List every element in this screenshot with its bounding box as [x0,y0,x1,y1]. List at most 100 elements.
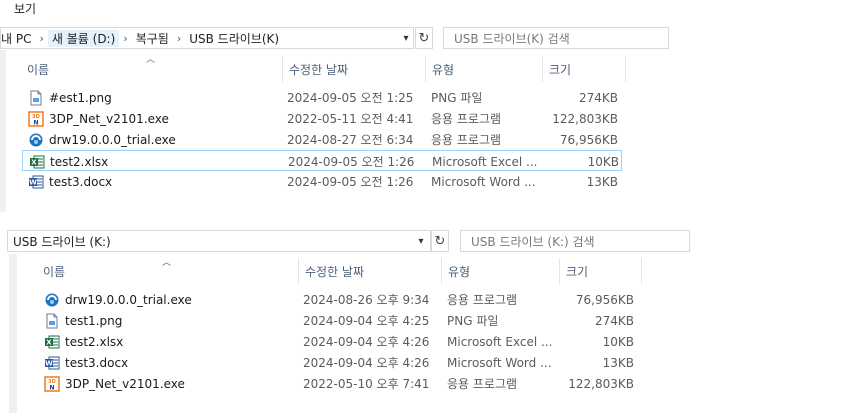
file-type: 응용 프로그램 [447,293,518,307]
file-row-drw19-0-0-0-trial-exe[interactable]: drw19.0.0.0_trial.exe 2024-08-27 오전 6:34 응… [22,129,622,150]
file-name-cell[interactable]: drw19.0.0.0_trial.exe [44,289,192,310]
excel-file-icon: X [29,154,45,170]
file-type: Microsoft Word ... [447,355,552,370]
file-size: 122,803KB [568,376,634,391]
file-name: #est1.png [49,90,112,105]
file-size: 10KB [602,334,634,349]
svg-text:W: W [29,178,37,186]
file-name: test1.png [65,313,123,328]
file-row-test2-xlsx[interactable]: Xtest2.xlsx 2024-09-05 오전 1:26 Microsoft E… [22,150,622,171]
file-date: 2022-05-11 오전 4:41 [287,112,414,126]
word-file-icon: W [44,355,60,371]
file-size: 13KB [602,355,634,370]
address-dropdown-icon[interactable]: ▾ [398,27,414,49]
file-date: 2024-09-05 오전 1:26 [287,175,414,189]
file-date: 2024-08-26 오후 9:34 [303,293,430,307]
column-header-size[interactable]: 크기 [543,56,626,82]
file-date: 2022-05-10 오후 7:41 [303,377,430,391]
svg-text:N: N [49,384,54,391]
drw-app-icon [44,292,60,308]
refresh-icon[interactable]: ↻ [431,230,449,252]
file-size: 274KB [578,90,618,105]
file-size: 13KB [586,174,618,189]
file-type: Microsoft Excel ... [447,334,553,349]
file-row-test2-xlsx[interactable]: Xtest2.xlsx 2024-09-04 오후 4:26 Microsoft E… [38,331,638,352]
file-date: 2024-09-05 오전 1:25 [287,91,414,105]
menu-view[interactable]: 보기 [14,0,36,17]
file-type: PNG 파일 [447,314,499,328]
search-input[interactable]: USB 드라이브 (K:) 검색 [460,230,690,252]
file-row-drw19-0-0-0-trial-exe[interactable]: drw19.0.0.0_trial.exe 2024-08-26 오후 9:34 응… [38,289,638,310]
file-size: 76,956KB [559,132,618,147]
breadcrumb-usb-drive[interactable]: USB 드라이브 (K:) [13,233,111,250]
file-name-cell[interactable]: Wtest3.docx [44,352,128,373]
svg-text:X: X [31,158,37,166]
file-row-3dp-net-v2101-exe[interactable]: 3D N 3DP_Net_v2101.exe 2022-05-10 오후 7:41 응용… [38,373,638,394]
file-row-test3-docx[interactable]: Wtest3.docx 2024-09-04 오후 4:26 Microsoft W… [38,352,638,373]
breadcrumb-my-pc[interactable]: 내 PC [1,30,35,47]
file-name: drw19.0.0.0_trial.exe [65,292,192,307]
file-row-test1-png[interactable]: test1.png 2024-09-04 오후 4:25 PNG 파일 274KB [38,310,638,331]
navigation-pane-edge [0,50,6,212]
column-header-type[interactable]: 유형 [442,258,560,284]
column-header-size[interactable]: 크기 [560,258,642,284]
column-header-type[interactable]: 유형 [426,56,543,82]
file-name-cell[interactable]: Xtest2.xlsx [29,151,108,172]
file-name: test2.xlsx [50,154,109,169]
address-bar[interactable]: 내 PC › 새 볼륨 (D:) › 복구됨 › USB 드라이브(K) [0,27,414,49]
file-name: 3DP_Net_v2101.exe [49,111,169,126]
file-name-cell[interactable]: Xtest2.xlsx [44,331,123,352]
breadcrumb-usb-drive[interactable]: USB 드라이브(K) [185,30,283,47]
breadcrumb-recovered[interactable]: 복구됨 [132,30,173,47]
column-header-name[interactable]: 이름 [21,56,283,82]
file-type: Microsoft Excel ... [432,154,538,169]
file-name-cell[interactable]: drw19.0.0.0_trial.exe [28,129,176,150]
file-date: 2024-09-04 오후 4:26 [303,335,430,349]
svg-text:X: X [46,338,52,346]
file-name-cell[interactable]: test1.png [44,310,122,331]
drw-app-icon [28,132,44,148]
file-name-cell[interactable]: 3D N 3DP_Net_v2101.exe [28,108,169,129]
chevron-right-icon[interactable]: › [35,32,47,45]
chevron-right-icon[interactable]: › [119,32,131,45]
refresh-icon[interactable]: ↻ [415,27,433,49]
file-size: 274KB [594,313,634,328]
file-size: 10KB [587,154,619,169]
search-input[interactable]: USB 드라이브(K) 검색 [443,27,669,49]
png-file-icon [28,90,44,106]
file-type: 응용 프로그램 [431,133,502,147]
file-name: test3.docx [65,355,129,370]
file-date: 2024-09-05 오전 1:26 [288,155,415,169]
column-header-date[interactable]: 수정한 날짜 [299,258,442,284]
file-name: test3.docx [49,174,113,189]
file-date: 2024-09-04 오후 4:26 [303,356,430,370]
file-name: test2.xlsx [65,334,124,349]
address-dropdown-icon[interactable]: ▾ [413,230,429,252]
file-name-cell[interactable]: 3D N 3DP_Net_v2101.exe [44,373,185,394]
png-file-icon [44,313,60,329]
column-header-name[interactable]: 이름 [37,258,299,284]
breadcrumb-volume-d[interactable]: 새 볼륨 (D:) [47,29,120,47]
3dp-net-app-icon: 3D N [28,110,44,127]
file-row-3dp-net-v2101-exe[interactable]: 3D N 3DP_Net_v2101.exe 2022-05-11 오전 4:41 응용… [22,108,622,129]
file-name-cell[interactable]: Wtest3.docx [28,171,112,192]
address-bar[interactable]: USB 드라이브 (K:) [7,230,431,252]
file-date: 2024-08-27 오전 6:34 [287,133,414,147]
file-type: 응용 프로그램 [431,112,502,126]
file-size: 76,956KB [575,292,634,307]
file-type: PNG 파일 [431,91,483,105]
chevron-right-icon[interactable]: › [173,32,185,45]
svg-text:N: N [33,119,38,126]
column-header-date[interactable]: 수정한 날짜 [283,56,426,82]
file-type: 응용 프로그램 [447,377,518,391]
3dp-net-app-icon: 3D N [44,375,60,392]
word-file-icon: W [28,174,44,190]
file-name: drw19.0.0.0_trial.exe [49,132,176,147]
file-type: Microsoft Word ... [431,174,536,189]
file-date: 2024-09-04 오후 4:25 [303,314,430,328]
file-size: 122,803KB [552,111,618,126]
file-row-test3-docx[interactable]: Wtest3.docx 2024-09-05 오전 1:26 Microsoft W… [22,171,622,192]
file-name-cell[interactable]: #est1.png [28,87,112,108]
file-name: 3DP_Net_v2101.exe [65,376,185,391]
file-row-est1-png[interactable]: #est1.png 2024-09-05 오전 1:25 PNG 파일 274KB [22,87,622,108]
